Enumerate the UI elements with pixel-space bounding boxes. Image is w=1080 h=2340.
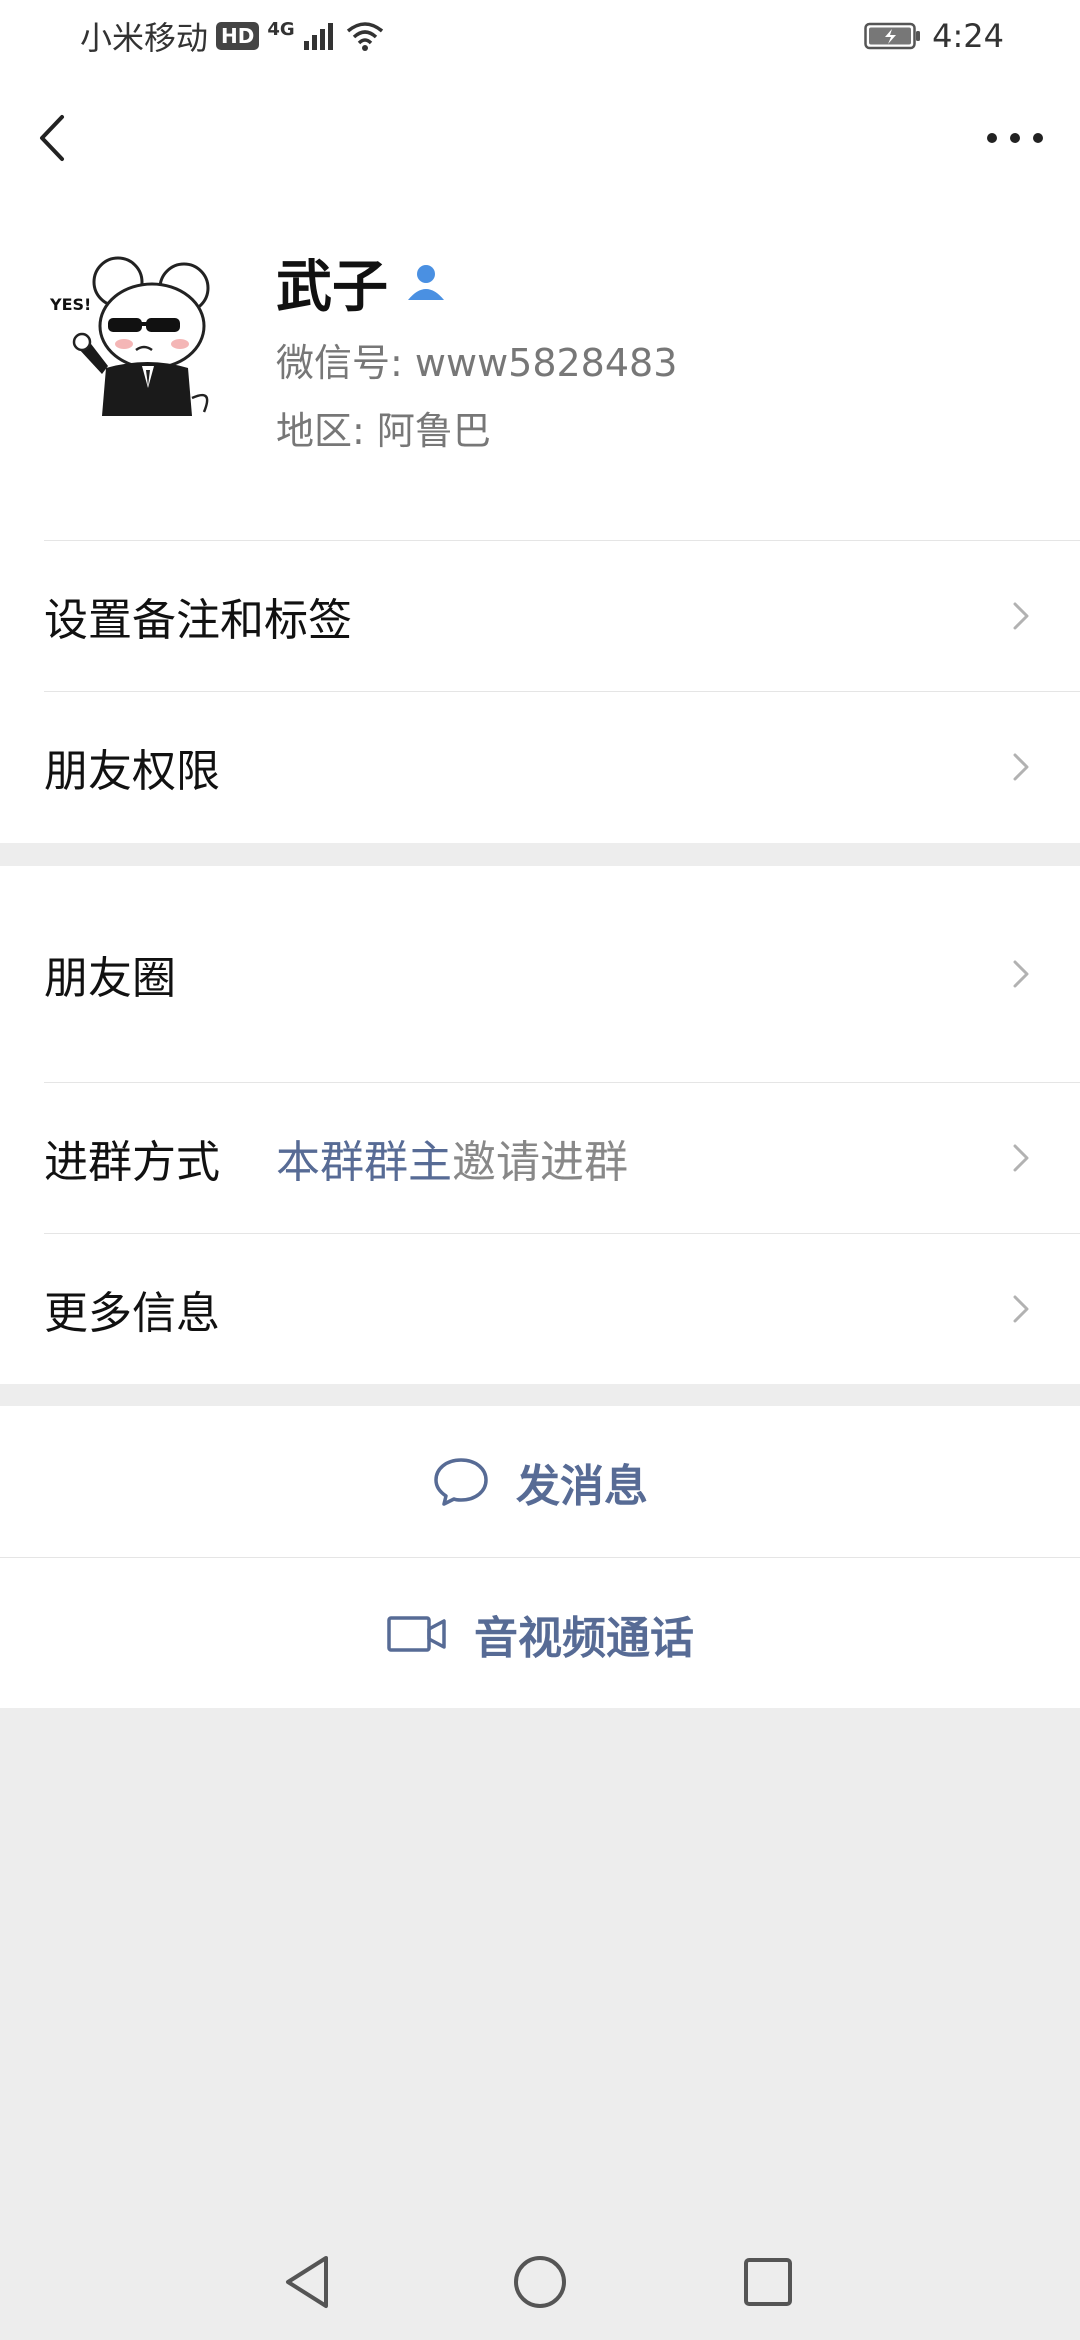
status-left: 小米移动 HD 4G	[80, 14, 385, 58]
info-group: 朋友圈 进群方式 本群群主邀请进群 更多信息	[0, 866, 1080, 1384]
nav-home-icon[interactable]	[508, 2250, 572, 2314]
join-method-text: 邀请进群	[452, 1136, 628, 1188]
profile-header: YES! 武子 微信号: www5828483 地区: 阿鲁巴	[0, 202, 1080, 540]
audio-video-call-button[interactable]: 音视频通话	[0, 1558, 1080, 1709]
row-label: 进群方式	[44, 1136, 220, 1188]
gender-icon	[408, 265, 444, 300]
chevron-right-icon	[1013, 753, 1029, 780]
avatar-text: YES!	[49, 295, 91, 314]
region-label: 地区:	[276, 409, 365, 453]
row-label: 设置备注和标签	[44, 594, 352, 646]
friend-permissions-row[interactable]: 朋友权限	[0, 691, 1080, 842]
hd-badge: HD	[216, 22, 260, 50]
battery-icon	[864, 22, 921, 50]
more-info-row[interactable]: 更多信息	[0, 1233, 1080, 1384]
settings-group: 设置备注和标签 朋友权限	[0, 540, 1080, 843]
top-nav-bar	[0, 72, 1080, 202]
chevron-left-icon	[40, 115, 64, 161]
region: 地区: 阿鲁巴	[276, 400, 491, 455]
more-options-button[interactable]	[980, 108, 1050, 168]
wifi-icon	[346, 22, 383, 51]
actions-group: 发消息 音视频通话	[0, 1406, 1080, 1708]
chevron-right-icon	[1013, 960, 1029, 988]
send-message-button[interactable]: 发消息	[0, 1406, 1080, 1557]
join-method-value: 本群群主邀请进群	[276, 1126, 628, 1190]
video-camera-icon	[387, 1615, 446, 1652]
region-value: 阿鲁巴	[376, 409, 491, 453]
contact-profile-screen: 小米移动 HD 4G 4:24 YES! 武子 微信号: www5828483 …	[0, 0, 1080, 2340]
clock: 4:24	[932, 17, 1004, 55]
back-button[interactable]	[30, 102, 90, 172]
nav-recents-icon[interactable]	[736, 2250, 800, 2314]
network-type: 4G	[267, 18, 295, 40]
remarks-and-tags-row[interactable]: 设置备注和标签	[0, 540, 1080, 691]
row-label: 朋友圈	[44, 953, 176, 1004]
join-method-row[interactable]: 进群方式 本群群主邀请进群	[0, 1082, 1080, 1233]
signal-icon	[303, 23, 333, 50]
system-navigation-bar	[0, 2220, 1080, 2340]
mouse-avatar-image: YES!	[44, 248, 224, 428]
chat-bubble-icon	[434, 1457, 488, 1506]
more-icon	[987, 133, 1043, 143]
nav-back-icon[interactable]	[278, 2250, 342, 2314]
contact-name: 武子	[276, 254, 388, 320]
chevron-right-icon	[1013, 1144, 1029, 1171]
wechat-id: 微信号: www5828483	[276, 332, 677, 387]
wechat-id-label: 微信号:	[276, 341, 403, 385]
wechat-id-value: www5828483	[414, 341, 678, 385]
name-row: 武子	[276, 242, 448, 322]
row-label: 朋友权限	[44, 745, 220, 797]
status-right: 4:24	[864, 14, 1004, 58]
carrier-name: 小米移动	[80, 19, 209, 57]
audio-video-call-label: 音视频通话	[474, 1612, 694, 1664]
chevron-right-icon	[1013, 602, 1029, 629]
row-label: 更多信息	[44, 1287, 220, 1339]
group-owner-link[interactable]: 本群群主	[276, 1137, 452, 1188]
avatar[interactable]: YES!	[44, 248, 224, 428]
status-bar: 小米移动 HD 4G 4:24	[0, 0, 1080, 72]
chevron-right-icon	[1013, 1295, 1029, 1322]
send-message-label: 发消息	[516, 1460, 648, 1512]
moments-row[interactable]: 朋友圈	[0, 866, 1080, 1082]
